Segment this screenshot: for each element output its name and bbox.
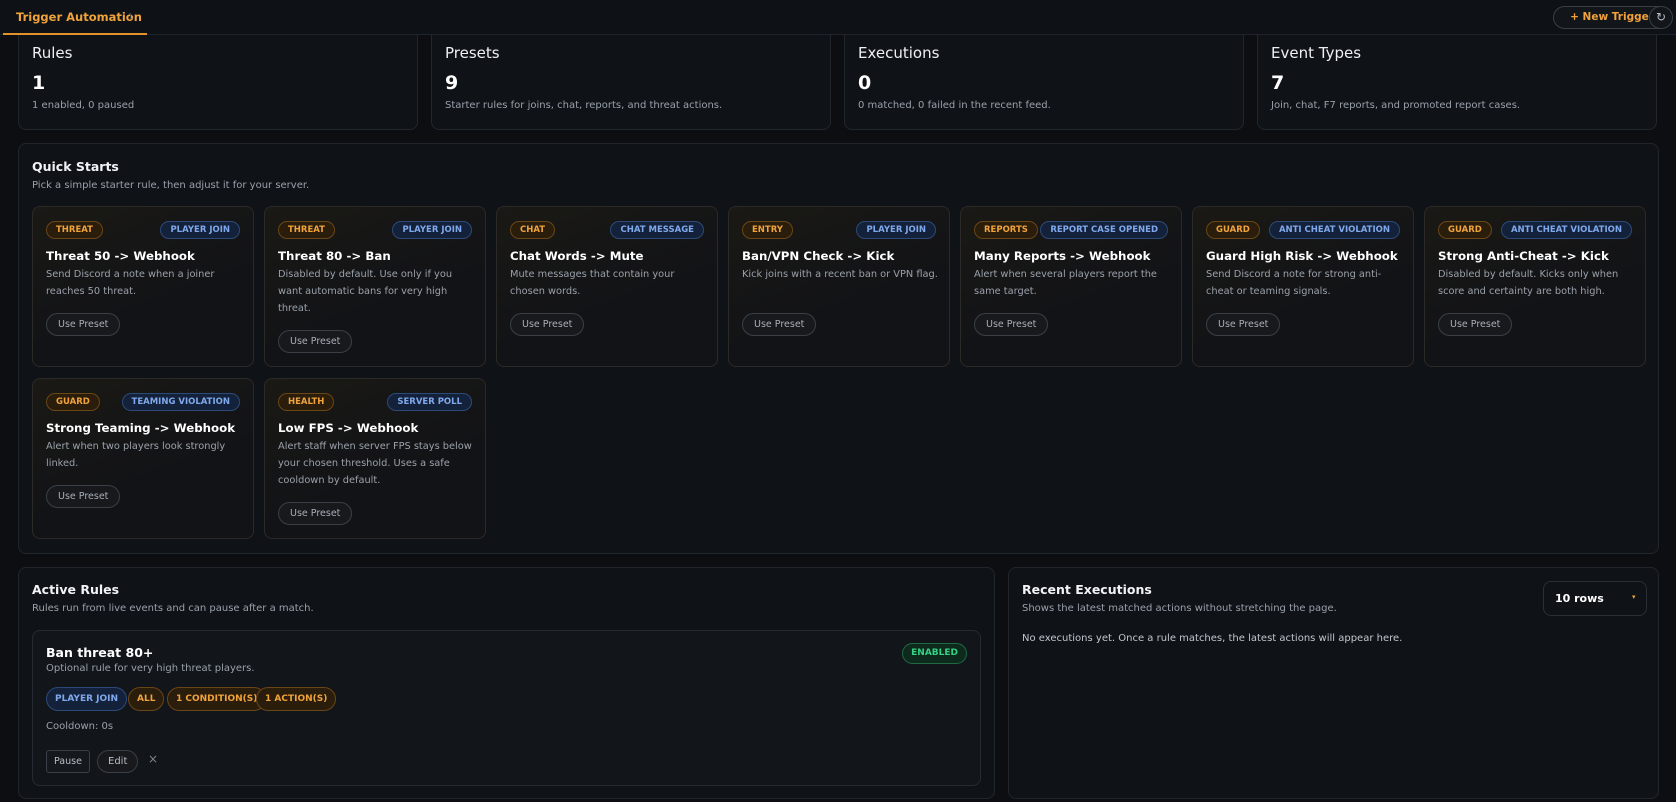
category-chip: THREAT <box>278 221 335 239</box>
use-preset-button[interactable]: Use Preset <box>1438 313 1513 336</box>
event-chip: CHAT MESSAGE <box>610 221 704 239</box>
stat-card-executions: Executions 0 0 matched, 0 failed in the … <box>844 35 1244 130</box>
category-chip: REPORTS <box>974 221 1038 239</box>
preset-title: Chat Words -> Mute <box>510 249 644 263</box>
event-chip: SERVER POLL <box>387 393 472 411</box>
rows-select[interactable]: 10 rows ▾ <box>1543 581 1647 616</box>
use-preset-button[interactable]: Use Preset <box>46 313 121 336</box>
preset-card-guard-high-risk-webhook: GUARD ANTI CHEAT VIOLATION Guard High Ri… <box>1192 206 1414 367</box>
quick-starts-subtitle: Pick a simple starter rule, then adjust … <box>32 180 310 191</box>
rule-description: Optional rule for very high threat playe… <box>46 663 255 674</box>
edit-button[interactable]: Edit <box>97 750 139 773</box>
rule-card: Ban threat 80+ Optional rule for very hi… <box>32 630 981 786</box>
category-chip: GUARD <box>1438 221 1492 239</box>
active-rules-title: Active Rules <box>32 582 120 597</box>
stat-description: Starter rules for joins, chat, reports, … <box>445 100 723 111</box>
tab-trigger-automation[interactable]: Trigger Automation 1 <box>3 0 147 35</box>
stat-title: Executions <box>858 44 940 62</box>
preset-card-ban-vpn-kick: ENTRY PLAYER JOIN Ban/VPN Check -> Kick … <box>728 206 950 367</box>
preset-title: Guard High Risk -> Webhook <box>1206 249 1398 263</box>
chevron-down-icon: ▾ <box>1632 593 1636 601</box>
category-chip: GUARD <box>46 393 100 411</box>
tab-count-badge: 1 <box>128 12 134 21</box>
use-preset-button[interactable]: Use Preset <box>1206 313 1281 336</box>
active-rules-subtitle: Rules run from live events and can pause… <box>32 603 314 614</box>
event-chip: PLAYER JOIN <box>856 221 936 239</box>
stat-description: 0 matched, 0 failed in the recent feed. <box>858 100 1051 111</box>
quick-starts-title: Quick Starts <box>32 159 119 174</box>
use-preset-button[interactable]: Use Preset <box>742 313 817 336</box>
category-chip: THREAT <box>46 221 103 239</box>
stat-card-presets: Presets 9 Starter rules for joins, chat,… <box>431 35 831 130</box>
recent-executions-title: Recent Executions <box>1022 582 1152 597</box>
rule-match-tag: ALL <box>128 687 165 711</box>
use-preset-button[interactable]: Use Preset <box>278 502 353 525</box>
top-bar: Trigger Automation 1 + New Trigger ↻ <box>0 0 1676 35</box>
preset-title: Strong Anti-Cheat -> Kick <box>1438 249 1609 263</box>
stat-value: 0 <box>858 72 872 94</box>
preset-title: Ban/VPN Check -> Kick <box>742 249 895 263</box>
stat-title: Presets <box>445 44 500 62</box>
event-chip: REPORT CASE OPENED <box>1040 221 1168 239</box>
use-preset-button[interactable]: Use Preset <box>278 330 353 353</box>
empty-executions-message: No executions yet. Once a rule matches, … <box>1022 633 1403 644</box>
stat-value: 7 <box>1271 72 1285 94</box>
stat-title: Event Types <box>1271 44 1362 62</box>
stat-card-event-types: Event Types 7 Join, chat, F7 reports, an… <box>1257 35 1657 130</box>
category-chip: GUARD <box>1206 221 1260 239</box>
stat-description: 1 enabled, 0 paused <box>32 100 135 111</box>
tab-label: Trigger Automation <box>16 10 142 24</box>
status-badge: ENABLED <box>902 643 967 664</box>
rows-select-value: 10 rows <box>1555 592 1604 605</box>
preset-description: Alert when two players look strongly lin… <box>46 441 226 469</box>
event-chip: ANTI CHEAT VIOLATION <box>1500 221 1632 239</box>
preset-description: Disabled by default. Kicks only when sco… <box>1438 269 1619 297</box>
preset-card-strong-anti-cheat-kick: GUARD ANTI CHEAT VIOLATION Strong Anti-C… <box>1424 206 1646 367</box>
preset-description: Send Discord a note when a joiner reache… <box>46 269 215 297</box>
preset-title: Threat 50 -> Webhook <box>46 249 195 263</box>
event-chip: PLAYER JOIN <box>392 221 472 239</box>
rule-actions-tag: 1 ACTION(S) <box>256 687 337 711</box>
event-chip: PLAYER JOIN <box>160 221 240 239</box>
preset-description: Alert when several players report the sa… <box>974 269 1157 297</box>
use-preset-button[interactable]: Use Preset <box>510 313 585 336</box>
preset-description: Alert staff when server FPS stays below … <box>278 441 472 486</box>
rule-name: Ban threat 80+ <box>46 645 154 660</box>
preset-card-chat-words-mute: CHAT CHAT MESSAGE Chat Words -> Mute Mut… <box>496 206 718 367</box>
event-chip: ANTI CHEAT VIOLATION <box>1268 221 1400 239</box>
stat-description: Join, chat, F7 reports, and promoted rep… <box>1271 100 1521 111</box>
preset-description: Kick joins with a recent ban or VPN flag… <box>742 269 938 280</box>
preset-card-threat-80-ban: THREAT PLAYER JOIN Threat 80 -> Ban Disa… <box>264 206 486 367</box>
stat-card-rules: Rules 1 1 enabled, 0 paused <box>18 35 418 130</box>
preset-description: Mute messages that contain your chosen w… <box>510 269 675 297</box>
preset-title: Threat 80 -> Ban <box>278 249 391 263</box>
preset-card-many-reports-webhook: REPORTS REPORT CASE OPENED Many Reports … <box>960 206 1182 367</box>
preset-title: Many Reports -> Webhook <box>974 249 1151 263</box>
preset-description: Disabled by default. Use only if you wan… <box>278 269 453 314</box>
stat-title: Rules <box>32 44 73 62</box>
stat-value: 1 <box>32 72 46 94</box>
recent-executions-subtitle: Shows the latest matched actions without… <box>1022 603 1337 614</box>
preset-description: Send Discord a note for strong anti-chea… <box>1206 269 1382 297</box>
preset-card-strong-teaming-webhook: GUARD TEAMING VIOLATION Strong Teaming -… <box>32 378 254 539</box>
preset-title: Strong Teaming -> Webhook <box>46 421 236 435</box>
delete-icon[interactable]: × <box>148 752 158 766</box>
preset-card-low-fps-webhook: HEALTH SERVER POLL Low FPS -> Webhook Al… <box>264 378 486 539</box>
rule-event-tag: PLAYER JOIN <box>46 687 128 711</box>
stat-value: 9 <box>445 72 459 94</box>
category-chip: ENTRY <box>742 221 793 239</box>
category-chip: HEALTH <box>278 393 335 411</box>
use-preset-button[interactable]: Use Preset <box>974 313 1049 336</box>
pause-button[interactable]: Pause <box>46 750 90 773</box>
rule-conditions-tag: 1 CONDITION(S) <box>167 687 267 711</box>
event-chip: TEAMING VIOLATION <box>121 393 240 411</box>
use-preset-button[interactable]: Use Preset <box>46 485 121 508</box>
rule-cooldown: Cooldown: 0s <box>46 721 114 732</box>
category-chip: CHAT <box>510 221 556 239</box>
preset-card-threat-50-webhook: THREAT PLAYER JOIN Threat 50 -> Webhook … <box>32 206 254 367</box>
refresh-icon[interactable]: ↻ <box>1649 6 1673 29</box>
preset-title: Low FPS -> Webhook <box>278 421 419 435</box>
